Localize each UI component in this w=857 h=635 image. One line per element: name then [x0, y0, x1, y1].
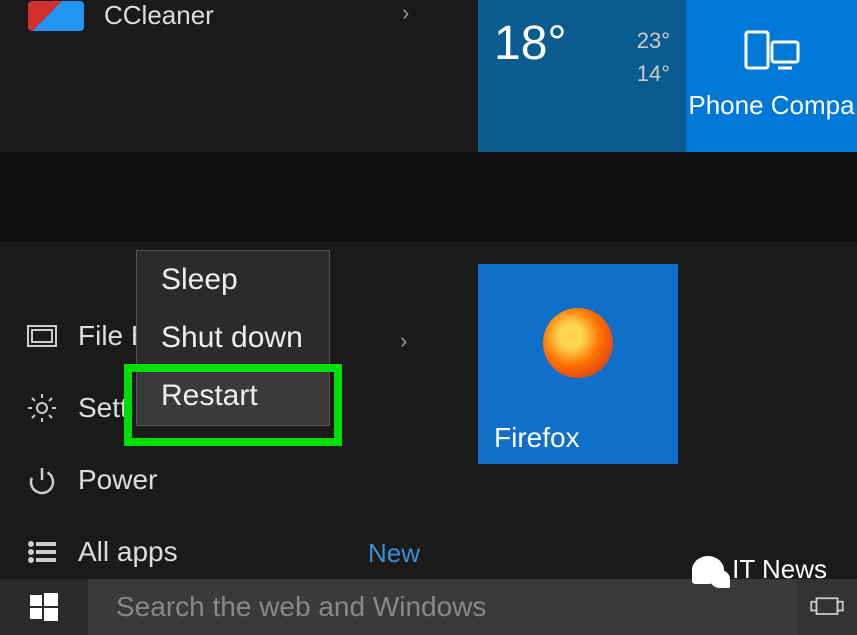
start-menu: CCleaner › 18° 23° 14° Phone Compa File … — [0, 0, 857, 635]
phone-companion-tile[interactable]: Phone Compa — [686, 0, 857, 152]
menu-label: All apps — [78, 536, 178, 568]
app-label: CCleaner — [104, 0, 214, 31]
wechat-icon — [692, 556, 724, 584]
phone-companion-icon — [742, 30, 802, 70]
file-explorer-icon — [26, 320, 58, 352]
watermark: IT News — [692, 554, 827, 585]
menu-item-all-apps[interactable]: All apps — [26, 536, 178, 568]
firefox-icon — [543, 308, 613, 378]
power-menu-shutdown[interactable]: Shut down — [137, 309, 329, 367]
menu-label: Setti — [78, 392, 134, 424]
gear-icon — [26, 392, 58, 424]
menu-item-settings[interactable]: Setti — [26, 392, 134, 424]
windows-logo-icon — [28, 591, 60, 623]
new-badge: New — [368, 538, 420, 569]
ccleaner-icon — [28, 1, 84, 31]
task-view-button[interactable] — [797, 579, 857, 635]
app-item-ccleaner[interactable]: CCleaner — [28, 0, 214, 31]
weather-low: 14° — [637, 57, 670, 90]
search-placeholder: Search the web and Windows — [116, 591, 486, 623]
start-button[interactable] — [0, 579, 88, 635]
weather-high: 23° — [637, 24, 670, 57]
weather-temp-range: 23° 14° — [637, 24, 670, 90]
tile-label: Phone Compa — [686, 90, 857, 121]
power-icon — [26, 464, 58, 496]
watermark-text: IT News — [732, 554, 827, 585]
all-apps-icon — [26, 536, 58, 568]
menu-label: Power — [78, 464, 157, 496]
firefox-tile[interactable]: Firefox — [478, 264, 678, 464]
weather-tile[interactable]: 18° 23° 14° — [478, 0, 686, 152]
chevron-right-icon: › — [400, 328, 407, 354]
chevron-right-icon: › — [402, 0, 409, 26]
tile-label: Firefox — [494, 422, 580, 454]
search-input[interactable]: Search the web and Windows — [88, 579, 797, 635]
power-menu-restart[interactable]: Restart — [137, 367, 329, 425]
background-dim — [0, 152, 857, 242]
menu-item-power[interactable]: Power — [26, 464, 157, 496]
power-menu-sleep[interactable]: Sleep — [137, 251, 329, 309]
power-submenu: Sleep Shut down Restart — [136, 250, 330, 426]
task-view-icon — [809, 593, 845, 621]
